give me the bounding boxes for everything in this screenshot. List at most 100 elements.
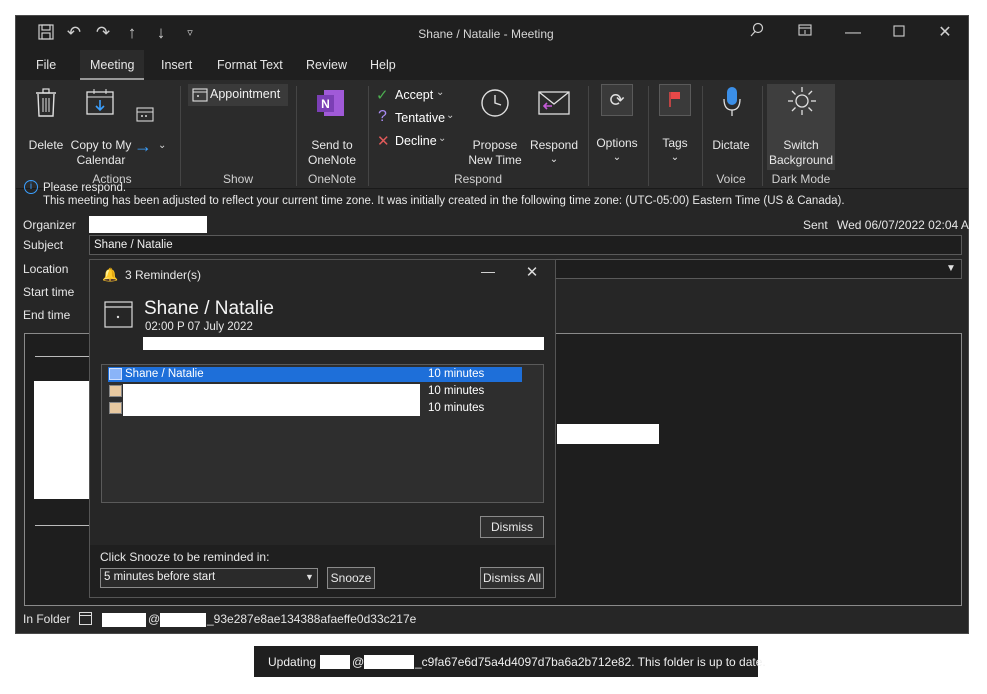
onenote-label-line1: Send to [311, 138, 353, 152]
trash-icon [34, 88, 58, 121]
tentative-button[interactable]: ? Tentative ⌄ [376, 108, 458, 129]
question-icon: ? [378, 108, 387, 125]
tab-meeting[interactable]: Meeting [80, 50, 145, 80]
reminder-item-due: 10 minutes [428, 368, 485, 380]
flag-icon [659, 84, 691, 116]
reminder-list[interactable]: Shane / Natalie 10 minutes 10 minutes 10… [101, 364, 544, 503]
chevron-down-icon: ▼ [305, 572, 314, 582]
group-separator [762, 86, 763, 186]
switch-background-button[interactable]: Switch Background [767, 84, 835, 170]
snooze-button[interactable]: Snooze [327, 567, 375, 589]
close-icon[interactable]: ✕ [934, 22, 956, 44]
body-redacted-text [557, 424, 659, 444]
down-arrow-icon[interactable]: ↓ [151, 23, 171, 43]
tab-format-text[interactable]: Format Text [207, 50, 293, 80]
tab-file[interactable]: File [26, 50, 66, 80]
dialog-close-icon[interactable]: ✕ [522, 263, 542, 283]
copy-to-calendar-button[interactable]: Copy to My Calendar [68, 86, 134, 167]
bell-icon: 🔔 [102, 267, 119, 282]
list-item[interactable]: 10 minutes [108, 395, 522, 416]
send-to-onenote-button[interactable]: N Send to OneNote [304, 86, 360, 167]
redo-icon[interactable]: ↷ [93, 23, 113, 43]
body-rule [35, 525, 95, 526]
refresh-icon: ⟳ [601, 84, 633, 116]
options-chevron-icon: ⌄ [612, 152, 622, 163]
save-icon[interactable] [36, 23, 56, 43]
sent-value: Wed 06/07/2022 02:04 A [837, 218, 969, 232]
tags-chevron-icon: ⌄ [670, 152, 680, 163]
snooze-prompt: Click Snooze to be reminded in: [100, 550, 270, 564]
group-separator [180, 86, 181, 186]
decline-button[interactable]: ✕ Decline ⌄ [376, 132, 458, 152]
appointment-calendar-icon [104, 299, 134, 332]
reminder-dialog: 🔔 3 Reminder(s) — ✕ Shane / Natalie 02:0… [89, 259, 556, 598]
dismiss-all-button[interactable]: Dismiss All [480, 567, 544, 589]
tentative-label: Tentative [395, 111, 446, 125]
appointment-label: Appointment [210, 87, 281, 101]
group-show-label: Show [222, 172, 254, 186]
decline-label: Decline [395, 134, 437, 148]
list-item[interactable]: Shane / Natalie 10 minutes [108, 367, 522, 382]
copy-label-line2: Calendar [76, 153, 126, 167]
organizer-value [89, 216, 207, 233]
up-arrow-icon[interactable]: ↑ [122, 23, 142, 43]
status-domain-redacted [364, 655, 414, 669]
undo-icon[interactable]: ↶ [64, 23, 84, 43]
ribbon-display-icon[interactable] [794, 22, 816, 44]
search-icon[interactable] [746, 22, 768, 44]
dictate-button[interactable]: Dictate [706, 86, 756, 168]
folder-at: @ [148, 612, 161, 626]
status-user-redacted [320, 655, 350, 669]
reminder-grid-icon [109, 368, 122, 380]
x-icon: ✕ [377, 133, 390, 150]
appointment-button[interactable]: Appointment [188, 84, 288, 106]
tab-review[interactable]: Review [296, 50, 357, 80]
dialog-minimize-icon[interactable]: — [478, 263, 498, 283]
group-separator [588, 86, 589, 186]
propose-new-time-button[interactable]: Propose New Time [462, 86, 528, 168]
tab-help[interactable]: Help [360, 50, 406, 80]
respond-label: Respond [529, 138, 579, 152]
info-icon: i [24, 180, 38, 194]
switch-label-line1: Switch [783, 138, 819, 152]
sun-icon [787, 86, 817, 119]
snooze-panel: Click Snooze to be reminded in: 5 minute… [90, 545, 555, 597]
delete-button[interactable]: Delete [24, 86, 68, 156]
forward-arrow-icon: → [134, 136, 152, 156]
tags-button[interactable]: Tags ⌄ [650, 84, 700, 166]
dictate-label: Dictate [712, 138, 750, 152]
group-respond-label: Respond [453, 172, 503, 186]
folder-domain-redacted [160, 613, 206, 627]
subject-value: Shane / Natalie [94, 239, 173, 251]
options-button[interactable]: ⟳ Options ⌄ [592, 84, 642, 166]
location-dropdown-icon[interactable]: ▼ [946, 263, 956, 274]
ribbon-tabs: File Meeting Insert Format Text Review H… [16, 50, 968, 80]
accept-chevron-icon: ⌄ [436, 87, 445, 98]
options-label: Options [596, 136, 638, 150]
maximize-icon[interactable] [888, 22, 910, 44]
status-at: @ [352, 655, 365, 669]
onenote-label-line2: OneNote [307, 153, 357, 167]
reminder-title: 3 Reminder(s) [125, 268, 202, 282]
info-timezone-text: This meeting has been adjusted to reflec… [43, 195, 845, 207]
forward-button[interactable]: → ⌄ [134, 106, 170, 162]
dismiss-button[interactable]: Dismiss [480, 516, 544, 538]
reminder-grid-icon [109, 385, 122, 397]
minimize-icon[interactable]: — [842, 22, 864, 44]
sent-label: Sent [803, 218, 828, 232]
customize-icon[interactable]: ▿ [180, 23, 200, 43]
respond-button[interactable]: Respond ⌄ [528, 86, 580, 168]
accept-button[interactable]: ✓ Accept ⌄ [376, 86, 458, 106]
respond-chevron-icon: ⌄ [549, 154, 559, 165]
propose-label-line1: Propose [472, 138, 518, 152]
group-separator [296, 86, 297, 186]
snooze-select[interactable]: 5 minutes before start ▼ [100, 568, 318, 588]
microphone-icon [723, 86, 741, 121]
reminder-datetime: 02:00 P 07 July 2022 [145, 321, 253, 333]
body-rule [35, 356, 95, 357]
end-time-label: End time [23, 308, 71, 322]
title-bar: ↶ ↷ ↑ ↓ ▿ Shane / Natalie - Meeting — ✕ [16, 16, 968, 50]
tab-insert[interactable]: Insert [151, 50, 202, 80]
envelope-reply-icon [538, 90, 570, 119]
subject-field[interactable]: Shane / Natalie [89, 235, 962, 255]
